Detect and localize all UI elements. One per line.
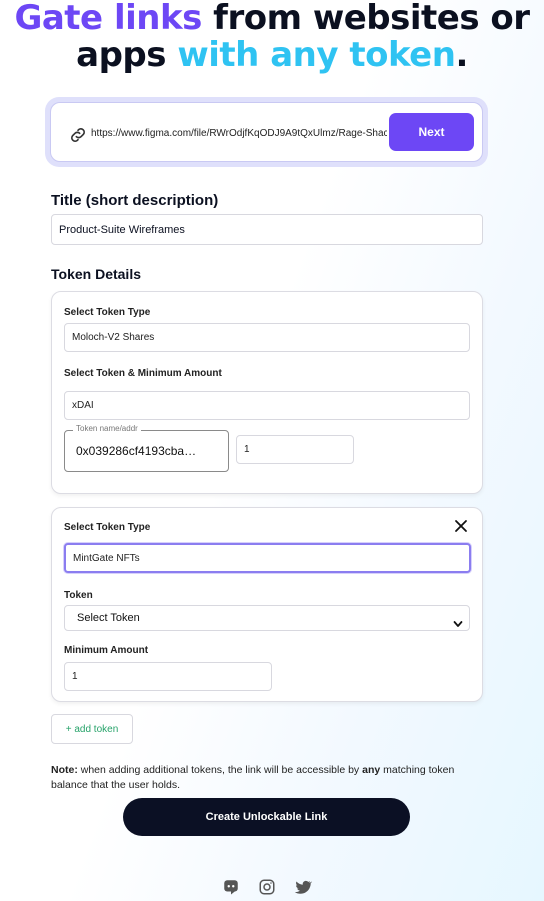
add-token-button[interactable]: + add token: [51, 714, 133, 744]
title-label: Title (short description): [51, 192, 219, 209]
token-type-label: Select Token Type: [64, 307, 151, 318]
token-address-value: 0x039286cf4193cba…: [76, 444, 197, 458]
url-input[interactable]: https://www.figma.com/file/RWrOdjfKqODJ9…: [91, 128, 387, 139]
url-input-inner: https://www.figma.com/file/RWrOdjfKqODJ9…: [50, 102, 483, 162]
next-button[interactable]: Next: [389, 113, 474, 151]
token-type-label: Select Token Type: [64, 522, 151, 533]
token-label: Token: [64, 590, 93, 601]
note-text: Note: when adding additional tokens, the…: [51, 763, 491, 793]
token-type-field[interactable]: Moloch-V2 Shares: [64, 323, 470, 352]
token-select[interactable]: Select Token: [64, 605, 470, 631]
token-card-1: Select Token Type Moloch-V2 Shares Selec…: [51, 291, 483, 494]
token-amount-label: Select Token & Minimum Amount: [64, 368, 222, 379]
note-emphasis: any: [362, 764, 381, 776]
hero-highlight-gate-links: Gate links: [14, 0, 202, 38]
token-type-field[interactable]: MintGate NFTs: [64, 543, 471, 573]
hero-line-2: apps with any token.: [0, 37, 544, 74]
token-select-value: Select Token: [77, 612, 140, 624]
title-input[interactable]: Product-Suite Wireframes: [51, 214, 483, 245]
url-input-box: https://www.figma.com/file/RWrOdjfKqODJ9…: [45, 97, 488, 167]
hero-line-1: Gate links from websites or: [0, 0, 544, 37]
note-body-1: when adding additional tokens, the link …: [77, 764, 363, 776]
minimum-amount-field[interactable]: 1: [64, 662, 272, 691]
chevron-down-icon: [453, 614, 463, 627]
note-prefix: Note:: [51, 764, 78, 776]
hero-highlight-any-token: with any token: [177, 35, 456, 75]
token-field[interactable]: xDAI: [64, 391, 470, 420]
hero-text-2: apps: [76, 35, 178, 75]
hero-text-1: from websites or: [201, 0, 530, 38]
token-address-legend: Token name/addr: [73, 424, 141, 433]
token-details-label: Token Details: [51, 266, 141, 282]
instagram-icon[interactable]: [258, 878, 276, 896]
minimum-amount-field[interactable]: 1: [236, 435, 354, 464]
token-address-field[interactable]: Token name/addr 0x039286cf4193cba…: [64, 424, 229, 472]
token-card-2: Select Token Type MintGate NFTs Token Se…: [51, 507, 483, 702]
discord-icon[interactable]: [222, 878, 240, 896]
link-icon: [68, 125, 88, 145]
twitter-icon[interactable]: [294, 878, 313, 896]
hero-period: .: [455, 35, 468, 75]
minimum-amount-label: Minimum Amount: [64, 645, 149, 656]
close-icon[interactable]: [453, 518, 469, 534]
create-unlockable-link-button[interactable]: Create Unlockable Link: [123, 798, 410, 836]
